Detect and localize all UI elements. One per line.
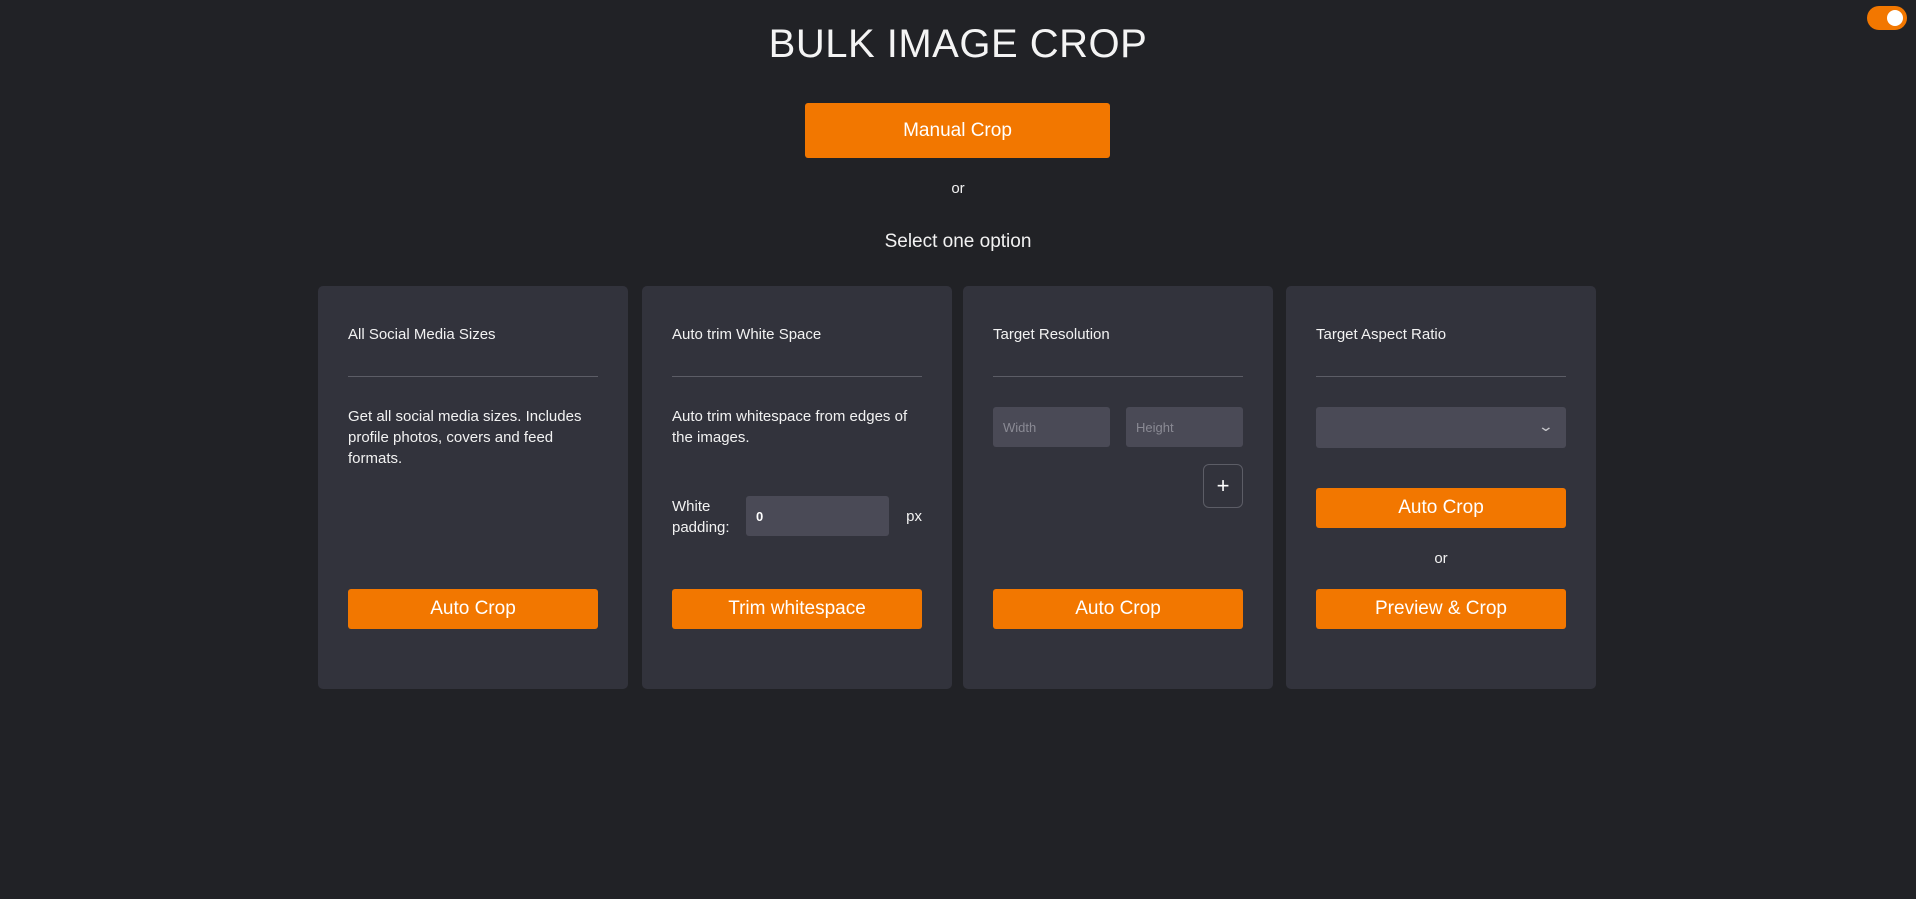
or-separator: or — [951, 180, 965, 197]
card-social-media-sizes: All Social Media Sizes Get all social me… — [318, 286, 628, 689]
height-input[interactable] — [1126, 407, 1243, 447]
chevron-down-icon: ⌄ — [1537, 418, 1555, 434]
padding-unit: px — [906, 508, 922, 525]
card-description: Auto trim whitespace from edges of the i… — [672, 408, 908, 446]
white-padding-input[interactable] — [746, 496, 889, 536]
card-title: Auto trim White Space — [672, 326, 822, 343]
page-title: BULK IMAGE CROP — [768, 22, 1148, 66]
social-auto-crop-button[interactable]: Auto Crop — [348, 589, 598, 629]
card-title: Target Resolution — [993, 326, 1110, 343]
width-input[interactable] — [993, 407, 1110, 447]
card-title: All Social Media Sizes — [348, 326, 496, 343]
divider — [1316, 376, 1566, 377]
or-separator: or — [1434, 550, 1448, 567]
preview-crop-button[interactable]: Preview & Crop — [1316, 589, 1566, 629]
resolution-auto-crop-button[interactable]: Auto Crop — [993, 589, 1243, 629]
card-description: Get all social media sizes. Includes pro… — [348, 408, 582, 467]
divider — [672, 376, 922, 377]
divider — [348, 376, 598, 377]
trim-whitespace-button[interactable]: Trim whitespace — [672, 589, 922, 629]
divider — [993, 376, 1243, 377]
padding-label: White padding: — [672, 498, 730, 536]
card-target-aspect-ratio: Target Aspect Ratio ⌄ Auto Crop or Previ… — [1286, 286, 1596, 689]
card-target-resolution: Target Resolution + Auto Crop — [963, 286, 1273, 689]
card-title: Target Aspect Ratio — [1316, 326, 1447, 343]
manual-crop-button[interactable]: Manual Crop — [805, 103, 1110, 158]
aspect-auto-crop-button[interactable]: Auto Crop — [1316, 488, 1566, 528]
card-auto-trim: Auto trim White Space Auto trim whitespa… — [642, 286, 952, 689]
aspect-ratio-select[interactable]: ⌄ — [1316, 407, 1566, 448]
select-option-heading: Select one option — [884, 231, 1032, 252]
add-resolution-button[interactable]: + — [1203, 464, 1243, 508]
